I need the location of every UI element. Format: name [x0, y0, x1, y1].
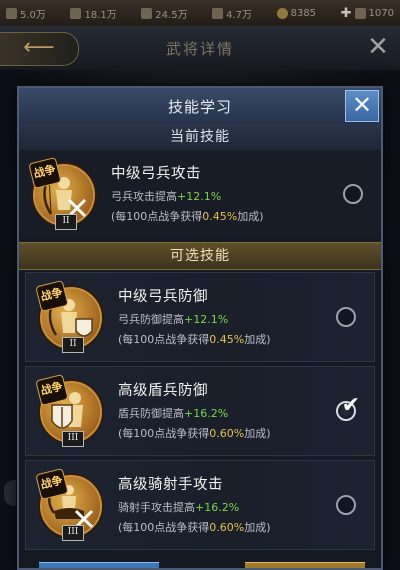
gain-suffix: 加成) [244, 427, 271, 440]
gain-value: 0.45% [202, 210, 238, 223]
close-button[interactable]: ✕ [345, 90, 379, 122]
close-icon: ✕ [351, 91, 373, 119]
optional-skill-header: 可选技能 [19, 242, 381, 270]
skill-option-card[interactable]: 战争 III 高级骑射手攻击 骑射手攻击提高+16.2% (每100点战争获得0… [25, 460, 375, 550]
skill-name: 中级弓兵防御 [118, 289, 208, 305]
effect-value: +16.2% [184, 407, 229, 420]
effect-value: +12.1% [184, 313, 229, 326]
gain-suffix: 加成) [244, 521, 271, 534]
skill-gain: (每100点战争获得0.45%加成) [118, 331, 271, 347]
skill-name: 中级弓兵攻击 [111, 166, 201, 182]
effect-label: 骑射手攻击提高 [118, 501, 195, 514]
gain-value: 0.45% [209, 333, 245, 346]
archer-defense-skill-icon: 战争 II [35, 279, 102, 353]
rank-badge: II [62, 337, 84, 353]
current-skill-header: 当前技能 [19, 124, 381, 151]
resource-value: 8385 [290, 7, 317, 19]
resource-ingot[interactable]: ✚ 1070 [341, 6, 394, 21]
resource-iron: 4.7万 [212, 6, 252, 21]
skill-effect: 弓兵防御提高+12.1% [118, 311, 228, 327]
resource-gold: 8385 [276, 7, 317, 19]
skill-name: 高级盾兵防御 [118, 383, 208, 399]
gain-value: 0.60% [209, 521, 245, 534]
resource-stone: 24.5万 [141, 6, 188, 21]
plus-icon[interactable]: ✚ [341, 6, 352, 21]
rank-badge: II [55, 214, 77, 230]
rank-badge: III [62, 525, 84, 541]
gold-icon [276, 7, 288, 19]
effect-value: +12.1% [177, 190, 222, 203]
effect-label: 盾兵防御提高 [118, 407, 184, 420]
select-radio[interactable] [336, 495, 356, 515]
gain-value: 0.60% [209, 427, 245, 440]
horse-archer-attack-skill-icon: 战争 III [35, 467, 102, 541]
stone-icon [141, 7, 153, 19]
skill-effect: 盾兵防御提高+16.2% [118, 405, 228, 421]
dialog-footer [39, 562, 365, 568]
select-radio[interactable] [336, 401, 356, 421]
skill-gain: (每100点战争获得0.45%加成) [111, 208, 264, 224]
resource-troops: 5.0万 [6, 6, 46, 21]
resource-value: 18.1万 [84, 9, 117, 21]
skill-effect: 骑射手攻击提高+16.2% [118, 499, 239, 515]
confirm-button[interactable] [245, 562, 365, 568]
skill-name: 高级骑射手攻击 [118, 477, 223, 493]
gain-prefix: (每100点战争获得 [118, 333, 210, 346]
troops-icon [6, 7, 17, 19]
skill-option-card[interactable]: 战争 II 中级弓兵防御 弓兵防御提高+12.1% (每100点战争获得0.45… [25, 272, 375, 362]
resource-bar: 5.0万 18.1万 24.5万 4.7万 8385 ✚ 1070 [0, 0, 400, 26]
dialog-title: 技能学习 [167, 98, 232, 116]
cancel-button[interactable] [39, 562, 159, 568]
skill-gain: (每100点战争获得0.60%加成) [118, 425, 271, 441]
resource-value: 1070 [368, 7, 394, 19]
skill-option-card[interactable]: 战争 III 高级盾兵防御 盾兵防御提高+16.2% (每100点战争获得0.6… [25, 366, 375, 456]
game-screen: 5.0万 18.1万 24.5万 4.7万 8385 ✚ 1070 ⟵ 武将详情 … [0, 0, 400, 570]
wood-icon [70, 7, 82, 19]
page-title: 武将详情 [165, 40, 234, 58]
effect-value: +16.2% [195, 501, 240, 514]
gain-prefix: (每100点战争获得 [118, 427, 210, 440]
page-header: ⟵ 武将详情 ✕ [0, 26, 400, 71]
resource-value: 5.0万 [20, 9, 46, 21]
effect-label: 弓兵攻击提高 [111, 190, 177, 203]
gain-prefix: (每100点战争获得 [118, 521, 210, 534]
resource-wood: 18.1万 [70, 6, 117, 21]
skill-effect: 弓兵攻击提高+12.1% [111, 188, 221, 204]
select-radio[interactable] [343, 184, 363, 204]
gain-suffix: 加成) [237, 210, 264, 223]
page-close-button[interactable]: ✕ [364, 33, 392, 61]
resource-value: 24.5万 [155, 9, 188, 21]
skill-gain: (每100点战争获得0.60%加成) [118, 519, 271, 535]
gain-suffix: 加成) [244, 333, 271, 346]
select-radio[interactable] [336, 307, 356, 327]
archer-attack-skill-icon: 战争 II [28, 156, 95, 230]
gain-prefix: (每100点战争获得 [111, 210, 203, 223]
effect-label: 弓兵防御提高 [118, 313, 184, 326]
current-skill-card[interactable]: 战争 II 中级弓兵攻击 弓兵攻击提高+12.1% (每100点战争获得0.45… [19, 150, 381, 238]
ingot-icon [354, 7, 366, 19]
rank-badge: III [62, 431, 84, 447]
dialog-title-bar: 技能学习 ✕ [19, 88, 381, 125]
iron-icon [212, 7, 224, 19]
shield-defense-skill-icon: 战争 III [35, 373, 102, 447]
resource-value: 4.7万 [226, 9, 253, 21]
skill-learn-dialog: 技能学习 ✕ 当前技能 战争 II 中级弓兵攻击 弓兵攻击提高+12.1% (每… [17, 86, 383, 570]
